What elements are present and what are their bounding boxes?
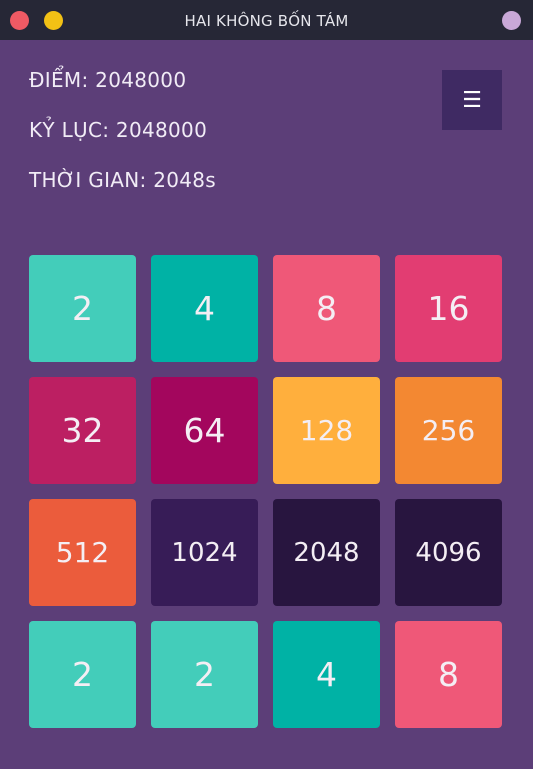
tile-32[interactable]: 32 bbox=[29, 377, 136, 484]
tile-8[interactable]: 8 bbox=[395, 621, 502, 728]
time-label: THỜI GIAN: 2048s bbox=[29, 168, 217, 192]
tile-4096[interactable]: 4096 bbox=[395, 499, 502, 606]
best-score-label: KỶ LỤC: 2048000 bbox=[29, 118, 208, 142]
tile-2048[interactable]: 2048 bbox=[273, 499, 380, 606]
tile-64[interactable]: 64 bbox=[151, 377, 258, 484]
hamburger-menu-icon: ☰ bbox=[462, 88, 482, 113]
maximize-window-icon[interactable] bbox=[502, 11, 521, 30]
tile-128[interactable]: 128 bbox=[273, 377, 380, 484]
tile-8[interactable]: 8 bbox=[273, 255, 380, 362]
score-label: ĐIỂM: 2048000 bbox=[29, 68, 187, 92]
game-board: 2 4 8 16 32 64 128 256 512 1024 2048 4096 2 2 4 8 bbox=[29, 255, 502, 728]
tile-2[interactable]: 2 bbox=[151, 621, 258, 728]
title-bar: HAI KHÔNG BỐN TÁM bbox=[0, 0, 533, 40]
tile-4[interactable]: 4 bbox=[273, 621, 380, 728]
window-title: HAI KHÔNG BỐN TÁM bbox=[184, 12, 349, 30]
menu-button[interactable]: ☰ bbox=[442, 70, 502, 130]
tile-1024[interactable]: 1024 bbox=[151, 499, 258, 606]
tile-2[interactable]: 2 bbox=[29, 621, 136, 728]
tile-512[interactable]: 512 bbox=[29, 499, 136, 606]
tile-2[interactable]: 2 bbox=[29, 255, 136, 362]
tile-256[interactable]: 256 bbox=[395, 377, 502, 484]
tile-16[interactable]: 16 bbox=[395, 255, 502, 362]
tile-4[interactable]: 4 bbox=[151, 255, 258, 362]
